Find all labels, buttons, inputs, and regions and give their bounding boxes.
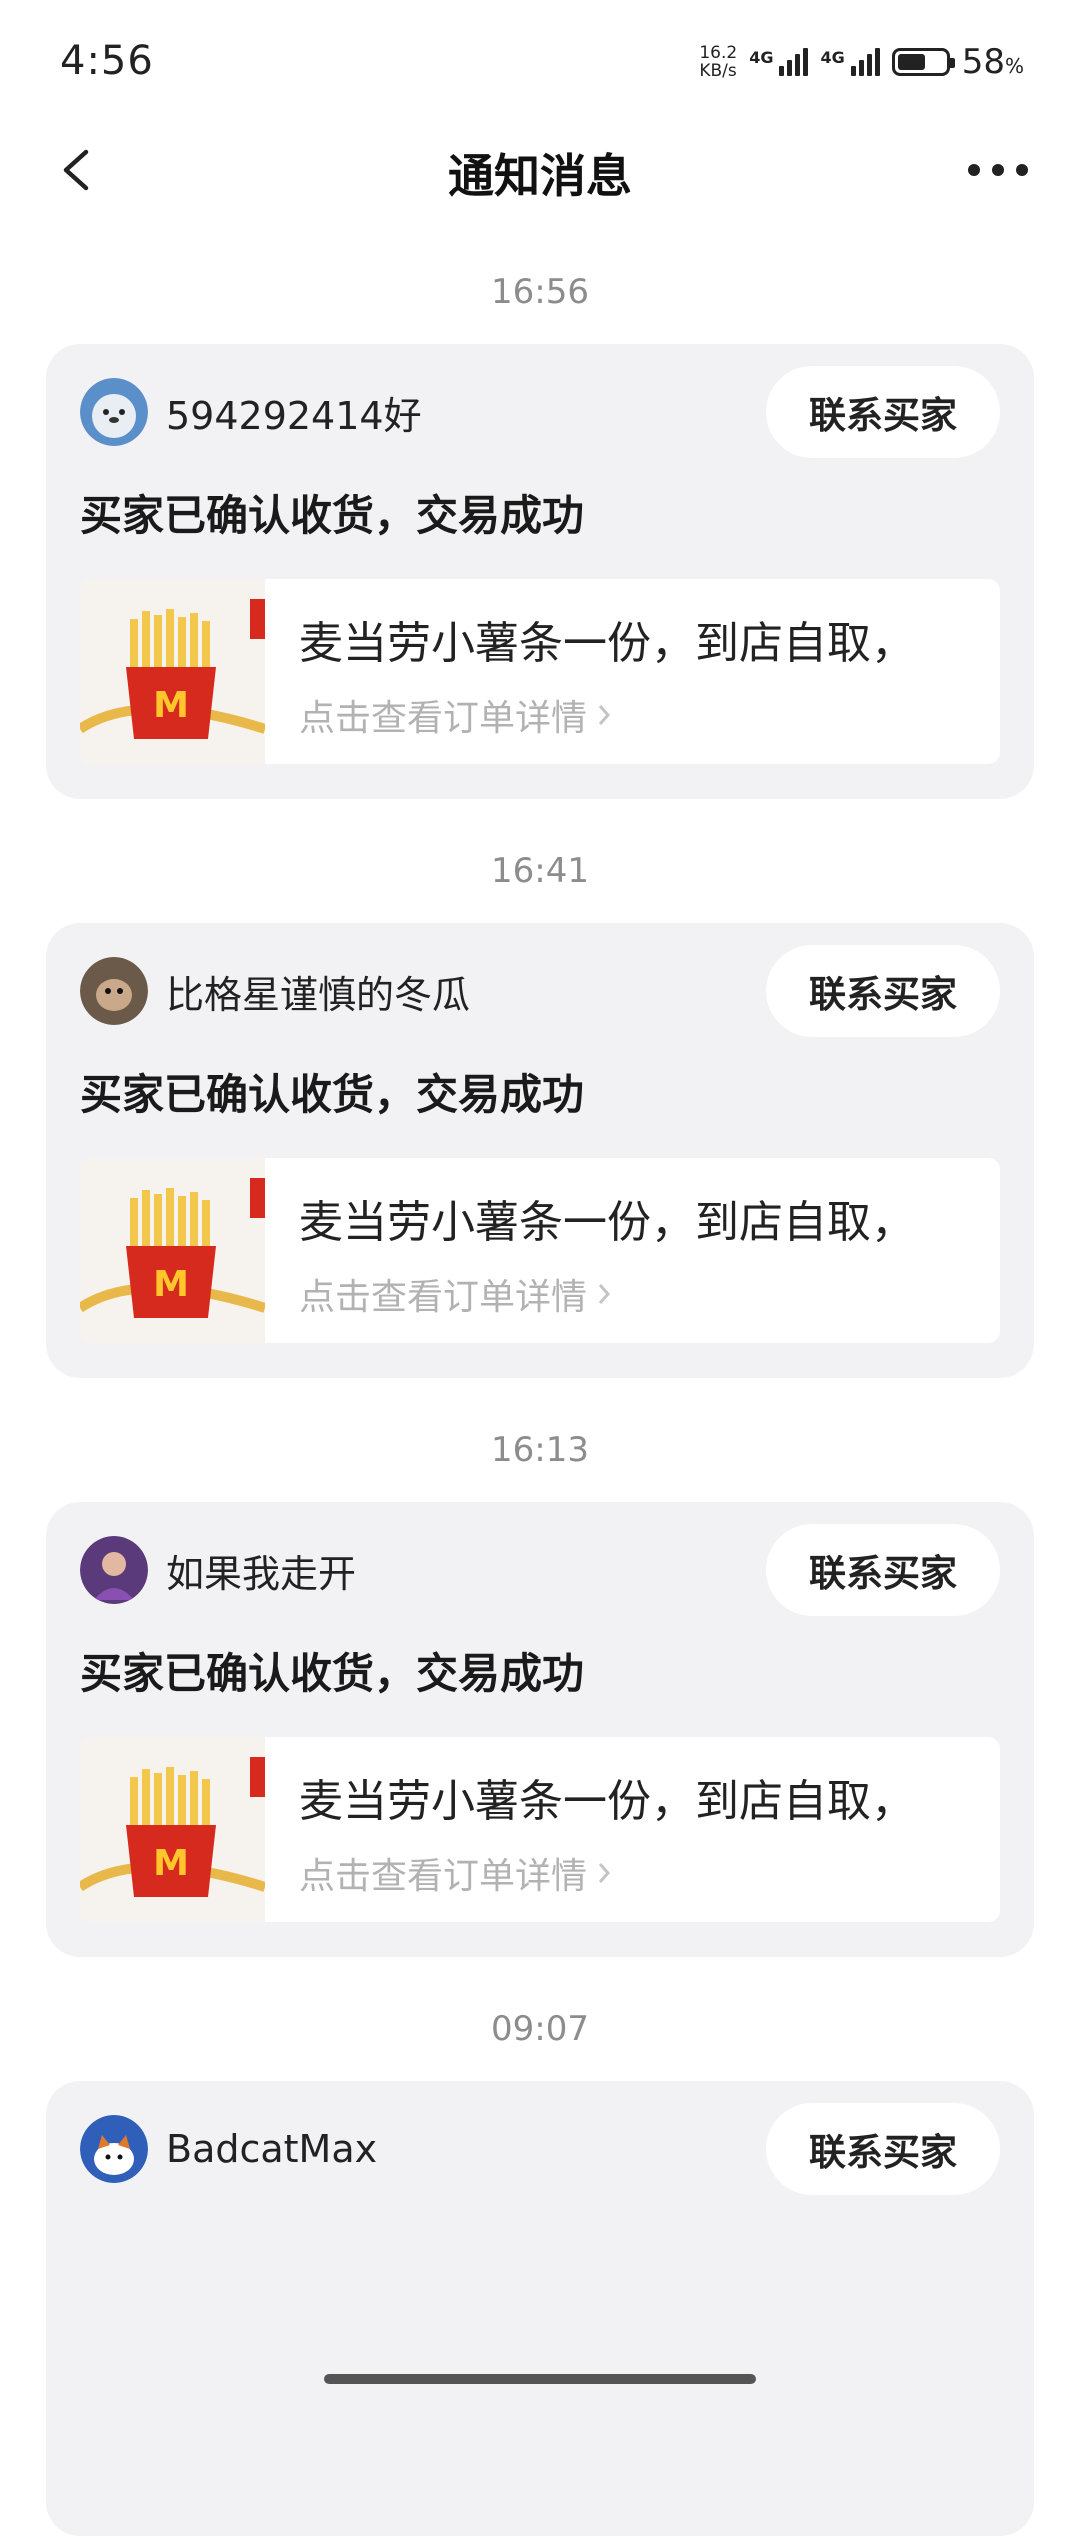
person-avatar-icon[interactable] bbox=[80, 1536, 148, 1604]
status-bar: 4:56 16.2 KB/s 4G 4G 58% bbox=[0, 0, 1080, 120]
order-summary[interactable]: M 麦当劳小薯条一份，到店自取， 点击查看订单详情 bbox=[80, 1737, 1000, 1922]
battery-percent: 58% bbox=[961, 42, 1024, 82]
order-detail-link[interactable]: 点击查看订单详情 bbox=[299, 1268, 611, 1320]
timestamp: 16:56 bbox=[491, 272, 589, 312]
timestamp: 16:13 bbox=[491, 1430, 589, 1470]
order-detail-link[interactable]: 点击查看订单详情 bbox=[299, 689, 611, 741]
page-title: 通知消息 bbox=[448, 149, 632, 203]
notification-group: 16:13 如果我走开 联系买家 买家已确认收货，交易成功 M 麦当劳小薯条一份… bbox=[0, 1420, 1080, 1957]
status-time: 4:56 bbox=[60, 38, 154, 84]
fries-thumbnail-icon: M bbox=[80, 1158, 265, 1343]
notification-card[interactable]: 比格星谨慎的冬瓜 联系买家 买家已确认收货，交易成功 M 麦当劳小薯条一份，到店… bbox=[46, 923, 1034, 1378]
notification-card[interactable]: BadcatMax 联系买家 bbox=[46, 2081, 1034, 2536]
notification-group: 16:56 594292414好 联系买家 买家已确认收货，交易成功 M 麦当劳… bbox=[0, 262, 1080, 799]
dog-avatar-icon[interactable] bbox=[80, 957, 148, 1025]
buyer-name[interactable]: 594292414好 bbox=[166, 385, 422, 440]
home-indicator[interactable] bbox=[324, 2374, 756, 2384]
product-title: 麦当劳小薯条一份，到店自取， bbox=[299, 1776, 915, 1827]
seal-avatar-icon[interactable] bbox=[80, 378, 148, 446]
notification-card[interactable]: 如果我走开 联系买家 买家已确认收货，交易成功 M 麦当劳小薯条一份，到店自取，… bbox=[46, 1502, 1034, 1957]
contact-buyer-button[interactable]: 联系买家 bbox=[766, 366, 1000, 458]
svg-text:M: M bbox=[153, 1843, 189, 1884]
fries-thumbnail-icon: M bbox=[80, 579, 265, 764]
product-title: 麦当劳小薯条一份，到店自取， bbox=[299, 1197, 915, 1248]
order-status: 买家已确认收货，交易成功 bbox=[80, 491, 585, 540]
battery-icon bbox=[891, 48, 955, 76]
signal-sim1-icon: 4G bbox=[749, 48, 809, 76]
order-status: 买家已确认收货，交易成功 bbox=[80, 1649, 585, 1698]
buyer-name[interactable]: 如果我走开 bbox=[166, 1543, 356, 1598]
notification-group: 09:07 BadcatMax 联系买家 bbox=[0, 1999, 1080, 2536]
order-status: 买家已确认收货，交易成功 bbox=[80, 1070, 585, 1119]
fries-thumbnail-icon: M bbox=[80, 1737, 265, 1922]
cat-avatar-icon[interactable] bbox=[80, 2115, 148, 2183]
buyer-name[interactable]: BadcatMax bbox=[166, 2127, 377, 2171]
order-summary[interactable]: M 麦当劳小薯条一份，到店自取， 点击查看订单详情 bbox=[80, 579, 1000, 764]
timestamp: 16:41 bbox=[491, 851, 589, 891]
more-options-icon[interactable] bbox=[968, 164, 1028, 176]
order-summary[interactable]: M 麦当劳小薯条一份，到店自取， 点击查看订单详情 bbox=[80, 1158, 1000, 1343]
chevron-right-icon bbox=[598, 1863, 611, 1883]
contact-buyer-button[interactable]: 联系买家 bbox=[766, 1524, 1000, 1616]
status-icons: 16.2 KB/s 4G 4G 58% bbox=[699, 40, 1024, 84]
order-detail-link[interactable]: 点击查看订单详情 bbox=[299, 1847, 611, 1899]
buyer-name[interactable]: 比格星谨慎的冬瓜 bbox=[166, 964, 470, 1019]
product-title: 麦当劳小薯条一份，到店自取， bbox=[299, 618, 915, 669]
network-speed: 16.2 KB/s bbox=[699, 43, 738, 81]
chevron-right-icon bbox=[598, 1284, 611, 1304]
contact-buyer-button[interactable]: 联系买家 bbox=[766, 945, 1000, 1037]
chevron-right-icon bbox=[598, 705, 611, 725]
svg-text:M: M bbox=[153, 1264, 189, 1305]
contact-buyer-button[interactable]: 联系买家 bbox=[766, 2103, 1000, 2195]
svg-text:M: M bbox=[153, 685, 189, 726]
notification-group: 16:41 比格星谨慎的冬瓜 联系买家 买家已确认收货，交易成功 M 麦当劳小薯… bbox=[0, 841, 1080, 1378]
notification-card[interactable]: 594292414好 联系买家 买家已确认收货，交易成功 M 麦当劳小薯条一份，… bbox=[46, 344, 1034, 799]
notification-list: 16:56 594292414好 联系买家 买家已确认收货，交易成功 M 麦当劳… bbox=[0, 220, 1080, 2536]
timestamp: 09:07 bbox=[491, 2009, 589, 2049]
nav-header: 通知消息 bbox=[0, 120, 1080, 220]
battery-fill bbox=[897, 54, 925, 70]
signal-sim2-icon: 4G bbox=[820, 48, 880, 76]
